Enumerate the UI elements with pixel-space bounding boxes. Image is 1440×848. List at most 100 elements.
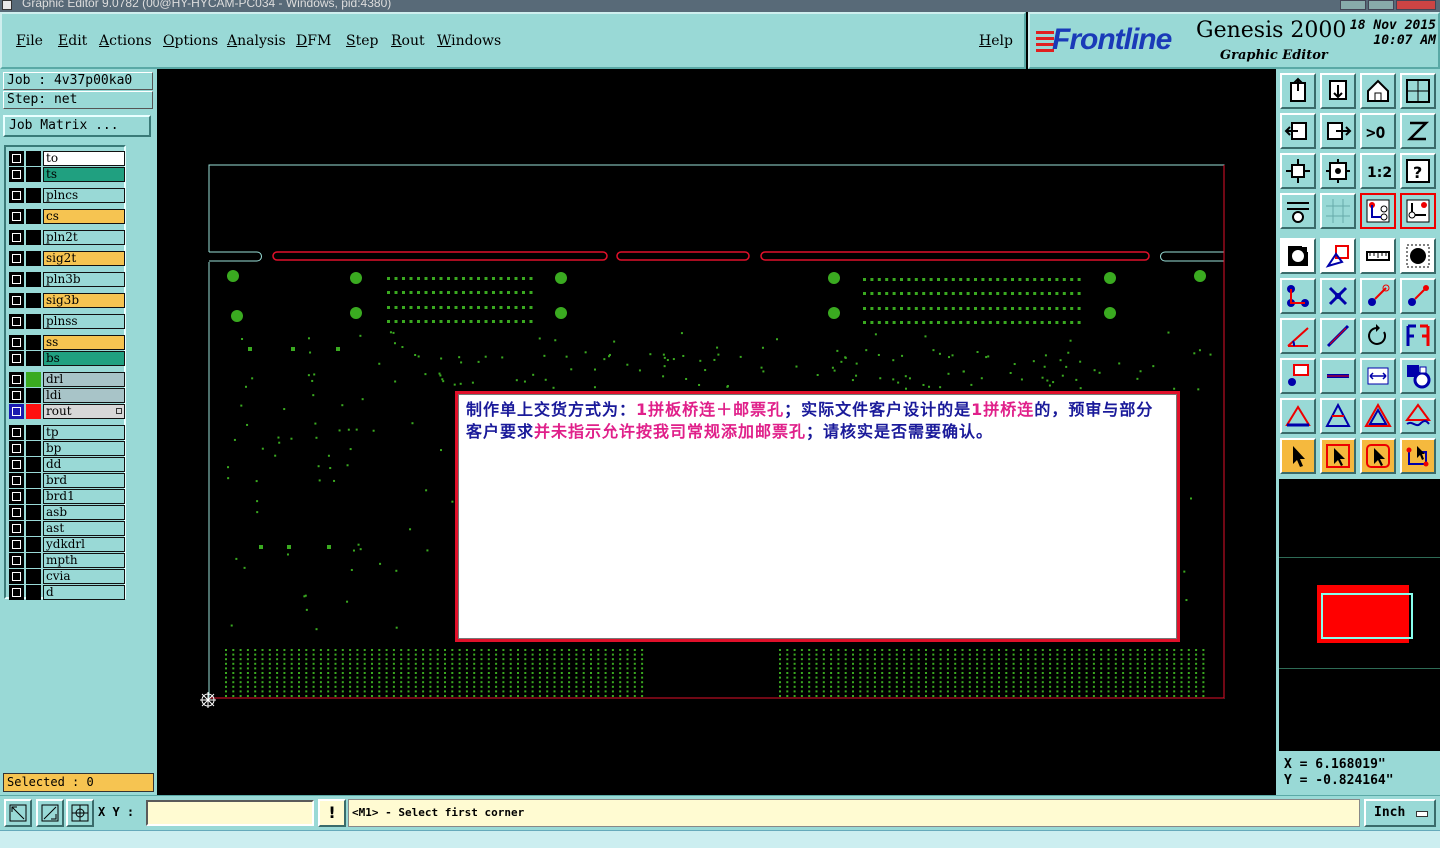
layer-name[interactable]: ydkdrl <box>43 537 125 552</box>
message-button[interactable]: ! <box>318 799 346 827</box>
units-selector[interactable]: Inch <box>1364 799 1436 827</box>
layer-row-tp[interactable]: tp <box>9 425 125 440</box>
layer-color-swatch[interactable] <box>26 425 41 440</box>
zoom-area-button[interactable] <box>4 799 32 827</box>
layer-row-bp[interactable]: bp <box>9 441 125 456</box>
net-highlight-button[interactable] <box>1400 193 1436 229</box>
layer-checkbox[interactable] <box>9 425 24 440</box>
layer-row-mpth[interactable]: mpth <box>9 553 125 568</box>
close-button[interactable] <box>1396 0 1436 10</box>
home-view-button[interactable] <box>1360 73 1396 109</box>
layer-row-bs[interactable]: bs <box>9 351 125 366</box>
layer-name[interactable]: bp <box>43 441 125 456</box>
layer-color-swatch[interactable] <box>26 537 41 552</box>
menu-step[interactable]: Step <box>346 33 378 49</box>
layer-color-swatch[interactable] <box>26 335 41 350</box>
delete-button[interactable] <box>1320 278 1356 314</box>
layer-checkbox[interactable] <box>9 404 24 419</box>
pan-left-button[interactable] <box>1280 113 1316 149</box>
rotate-button[interactable] <box>1360 318 1396 354</box>
zoom-out-button[interactable] <box>1280 153 1316 189</box>
layer-name[interactable]: tp <box>43 425 125 440</box>
layer-row-to[interactable]: to <box>9 151 125 166</box>
menu-edit[interactable]: Edit <box>58 33 87 49</box>
layer-name[interactable]: to <box>43 151 125 166</box>
pan-right-button[interactable] <box>1320 113 1356 149</box>
layer-row-drl[interactable]: drl <box>9 372 125 387</box>
layer-checkbox[interactable] <box>9 505 24 520</box>
layer-row-ss[interactable]: ss <box>9 335 125 350</box>
layer-row-brd[interactable]: brd <box>9 473 125 488</box>
layer-name[interactable]: brd <box>43 473 125 488</box>
route-pointer-button[interactable] <box>1400 438 1436 474</box>
layer-row-ldi[interactable]: ldi <box>9 388 125 403</box>
add-via-button[interactable] <box>1280 358 1316 394</box>
layer-checkbox[interactable] <box>9 388 24 403</box>
layer-name[interactable]: bs <box>43 351 125 366</box>
layer-color-swatch[interactable] <box>26 272 41 287</box>
save-button[interactable] <box>1320 73 1356 109</box>
redraw-button[interactable] <box>1400 113 1436 149</box>
layer-row-plnss[interactable]: plnss <box>9 314 125 329</box>
maximize-button[interactable] <box>1368 0 1394 10</box>
menu-file[interactable]: File <box>16 33 43 49</box>
layer-checkbox[interactable] <box>9 272 24 287</box>
layer-row-ts[interactable]: ts <box>9 167 125 182</box>
layer-row-cvia[interactable]: cvia <box>9 569 125 584</box>
layer-row-pln2t[interactable]: pln2t <box>9 230 125 245</box>
layer-color-swatch[interactable] <box>26 351 41 366</box>
menu-windows[interactable]: Windows <box>437 33 501 49</box>
layer-name[interactable]: brd1 <box>43 489 125 504</box>
menu-help[interactable]: Help <box>979 33 1013 49</box>
layer-name[interactable]: plnss <box>43 314 125 329</box>
ruler-button[interactable] <box>1360 238 1396 274</box>
menu-dfm[interactable]: DFM <box>296 33 331 49</box>
layer-color-swatch[interactable] <box>26 209 41 224</box>
net-display-button[interactable] <box>1360 193 1396 229</box>
layer-checkbox[interactable] <box>9 473 24 488</box>
arc-tool-button[interactable] <box>1320 398 1356 434</box>
layer-checkbox[interactable] <box>9 351 24 366</box>
contour-tool-button[interactable] <box>1400 398 1436 434</box>
layer-checkbox[interactable] <box>9 521 24 536</box>
layer-row-brd1[interactable]: brd1 <box>9 489 125 504</box>
layer-checkbox[interactable] <box>9 537 24 552</box>
layer-name[interactable]: sig3b <box>43 293 125 308</box>
grid-toggle-button[interactable] <box>66 799 94 827</box>
layer-checkbox[interactable] <box>9 151 24 166</box>
layer-color-swatch[interactable] <box>26 457 41 472</box>
layer-name[interactable]: ss <box>43 335 125 350</box>
layer-checkbox[interactable] <box>9 335 24 350</box>
layer-color-swatch[interactable] <box>26 251 41 266</box>
layer-name[interactable]: ldi <box>43 388 125 403</box>
features-button[interactable] <box>1400 358 1436 394</box>
layer-name[interactable]: dd <box>43 457 125 472</box>
layer-row-pln3b[interactable]: pln3b <box>9 272 125 287</box>
layer-name[interactable]: cvia <box>43 569 125 584</box>
line-width-button[interactable] <box>1320 358 1356 394</box>
layer-checkbox[interactable] <box>9 293 24 308</box>
menu-rout[interactable]: Rout <box>391 33 425 49</box>
draw-line-button[interactable] <box>1280 318 1316 354</box>
layer-color-swatch[interactable] <box>26 314 41 329</box>
layer-checkbox[interactable] <box>9 441 24 456</box>
layer-row-d[interactable]: d <box>9 585 125 600</box>
layer-color-swatch[interactable] <box>26 489 41 504</box>
menu-analysis[interactable]: Analysis <box>227 33 286 49</box>
layer-color-swatch[interactable] <box>26 585 41 600</box>
layer-color-swatch[interactable] <box>26 441 41 456</box>
snap-center-button[interactable] <box>1280 238 1316 274</box>
box-select-button[interactable] <box>1360 438 1396 474</box>
layer-color-swatch[interactable] <box>26 230 41 245</box>
select-pointer-button[interactable] <box>1320 438 1356 474</box>
layer-row-asb[interactable]: asb <box>9 505 125 520</box>
layer-row-ast[interactable]: ast <box>9 521 125 536</box>
layer-color-swatch[interactable] <box>26 167 41 182</box>
layer-color-swatch[interactable] <box>26 473 41 488</box>
layer-row-rout[interactable]: rout <box>9 404 125 419</box>
menu-actions[interactable]: Actions <box>99 33 152 49</box>
zoom-fit-button[interactable]: >O <box>1360 113 1396 149</box>
connect-pads-button[interactable] <box>1280 278 1316 314</box>
layer-name[interactable]: ast <box>43 521 125 536</box>
layer-checkbox[interactable] <box>9 188 24 203</box>
